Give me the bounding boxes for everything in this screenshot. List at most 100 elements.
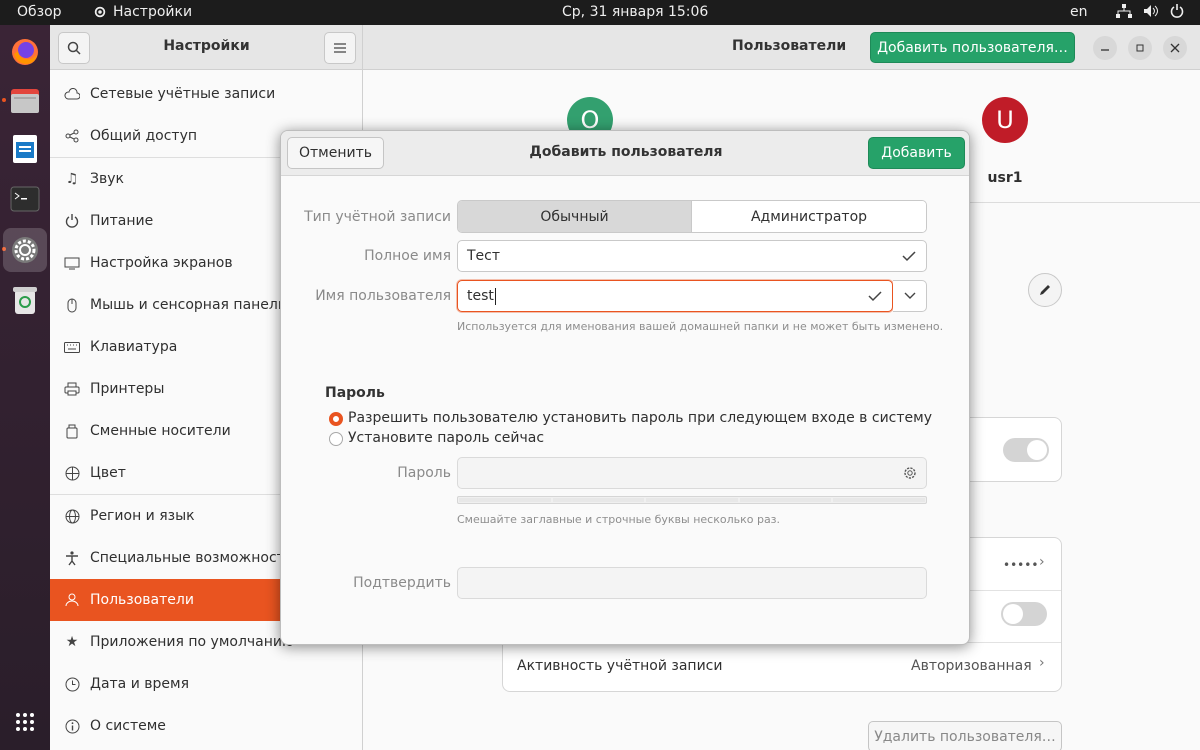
account-type-label: Тип учётной записи (304, 209, 451, 225)
username-dropdown-button[interactable] (893, 280, 927, 312)
settings-icon[interactable] (3, 228, 47, 272)
confirm-password-input[interactable] (457, 567, 927, 599)
volume-icon[interactable] (1143, 4, 1159, 22)
media-icon (62, 421, 82, 441)
dock (0, 25, 50, 750)
top-bar: Обзор Настройки Ср, 31 января 15:06 en (0, 0, 1200, 25)
sidebar-item-label: Звук (90, 171, 124, 187)
clock-icon (62, 674, 82, 694)
sidebar-header: Настройки (50, 25, 363, 70)
user-name: usr1 (987, 170, 1023, 186)
clock[interactable]: Ср, 31 января 15:06 (562, 4, 708, 20)
writer-icon[interactable] (8, 132, 42, 166)
sidebar-item-label: Сетевые учётные записи (90, 86, 276, 102)
sidebar-item-label: Принтеры (90, 381, 165, 397)
printer-icon (62, 379, 82, 399)
dialog-title: Добавить пользователя (529, 144, 723, 160)
chevron-down-icon (904, 292, 915, 299)
restore-button[interactable] (1128, 36, 1152, 60)
avatar[interactable]: U (982, 97, 1028, 143)
password-option-radio-later[interactable] (329, 412, 343, 426)
add-button[interactable]: Добавить (868, 137, 965, 169)
sidebar-item-about[interactable]: О системе (50, 705, 362, 747)
sidebar-item-label: Питание (90, 213, 154, 229)
running-indicator (2, 98, 6, 102)
mouse-icon (62, 295, 82, 315)
power-menu-icon[interactable] (1170, 4, 1184, 22)
accessibility-icon (62, 548, 82, 568)
account-type-selector: Обычный Администратор (457, 200, 927, 233)
password-strength-bar (457, 496, 927, 504)
terminal-icon[interactable] (8, 182, 42, 216)
edit-name-button[interactable] (1028, 273, 1062, 307)
main-header: Пользователи Добавить пользователя… (363, 25, 1200, 70)
password-option-later-label[interactable]: Разрешить пользователю установить пароль… (348, 410, 932, 426)
sidebar-item-label: Мышь и сенсорная панель (90, 297, 287, 313)
trash-icon[interactable] (8, 283, 42, 317)
generate-password-icon[interactable] (902, 465, 918, 481)
username-input[interactable]: test (457, 280, 893, 312)
full-name-input[interactable]: Тест (457, 240, 927, 272)
sidebar-item-label: Цвет (90, 465, 126, 481)
page-title: Пользователи (732, 38, 847, 54)
password-option-radio-now[interactable] (329, 432, 343, 446)
add-user-dialog: Отменить Добавить пользователя Добавить … (280, 130, 970, 645)
account-type-standard[interactable]: Обычный (458, 201, 692, 232)
admin-switch[interactable] (1001, 602, 1047, 626)
dialog-header: Отменить Добавить пользователя Добавить (281, 131, 969, 176)
sidebar-item-online-accounts[interactable]: Сетевые учётные записи (50, 73, 362, 115)
hamburger-icon (334, 43, 346, 53)
pencil-icon (1040, 285, 1050, 295)
add-user-button[interactable]: Добавить пользователя… (870, 32, 1075, 63)
firefox-icon[interactable] (8, 35, 42, 69)
password-hint: Смешайте заглавные и строчные буквы неск… (457, 513, 781, 526)
chevron-right-icon[interactable]: › (1039, 554, 1045, 570)
files-icon[interactable] (8, 83, 42, 117)
globe-icon (62, 506, 82, 526)
password-value: ••••• (1003, 558, 1039, 572)
sidebar-item-label: Специальные возможности (90, 550, 294, 566)
password-option-now-label[interactable]: Установите пароль сейчас (348, 430, 544, 446)
auto-login-switch[interactable] (1003, 438, 1049, 462)
power-icon (62, 211, 82, 231)
app-grid-icon[interactable] (8, 705, 42, 739)
share-icon (62, 126, 82, 146)
language-indicator[interactable]: en (1070, 4, 1088, 20)
cloud-icon (62, 84, 82, 104)
username-value: test (467, 288, 494, 304)
minimize-button[interactable] (1093, 36, 1117, 60)
sidebar-item-label: Регион и язык (90, 508, 195, 524)
menu-button[interactable] (324, 32, 356, 64)
username-hint: Используется для именования вашей домашн… (457, 320, 944, 333)
text-cursor (494, 287, 496, 305)
account-type-admin[interactable]: Администратор (692, 201, 926, 232)
check-icon (902, 251, 916, 262)
music-icon: ♫ (65, 171, 79, 187)
restore-icon (1136, 44, 1144, 52)
sidebar-title: Настройки (163, 38, 250, 54)
gear-icon (94, 6, 106, 18)
sidebar-item-label: Общий доступ (90, 128, 198, 144)
sidebar-item-label: О системе (90, 718, 166, 734)
app-menu[interactable]: Настройки (93, 4, 192, 20)
confirm-label: Подтвердить (353, 575, 451, 591)
check-icon (868, 291, 882, 302)
sidebar-item-label: Настройка экранов (90, 255, 233, 271)
info-icon (62, 716, 82, 736)
full-name-value: Тест (467, 248, 501, 264)
activities-button[interactable]: Обзор (17, 4, 62, 20)
chevron-right-icon[interactable]: › (1039, 655, 1045, 671)
sidebar-item-label: Клавиатура (90, 339, 178, 355)
app-menu-label: Настройки (113, 4, 193, 20)
password-section-title: Пароль (325, 385, 385, 401)
account-activity-label: Активность учётной записи (517, 658, 723, 674)
delete-user-button[interactable]: Удалить пользователя… (868, 721, 1062, 750)
sidebar-item-label: Сменные носители (90, 423, 231, 439)
password-input[interactable] (457, 457, 927, 489)
close-button[interactable] (1163, 36, 1187, 60)
network-icon[interactable] (1116, 4, 1132, 22)
account-activity-value: Авторизованная (911, 658, 1032, 674)
close-icon (1170, 43, 1180, 53)
sidebar-item-date-time[interactable]: Дата и время (50, 663, 362, 705)
star-icon: ★ (65, 634, 79, 650)
